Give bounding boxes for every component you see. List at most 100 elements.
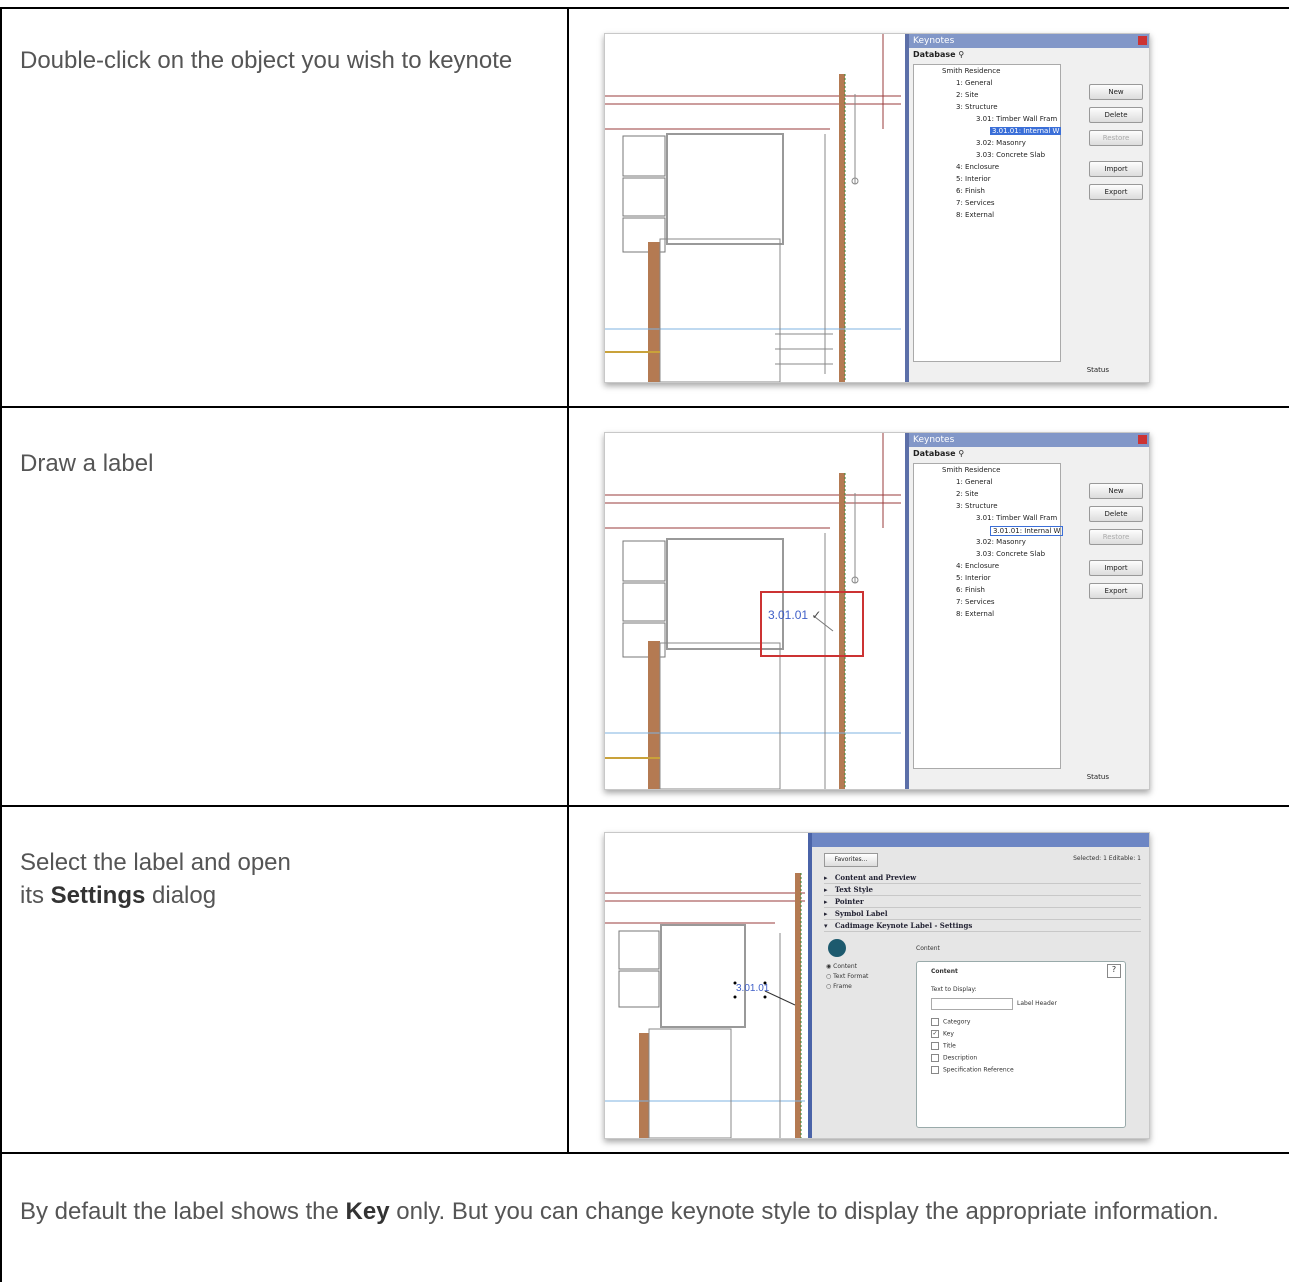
settings-emphasis: Settings	[50, 882, 146, 909]
database-label: Database ⚲	[913, 449, 965, 458]
dialog-title-bar	[812, 833, 1149, 847]
status-label: Status	[1086, 773, 1109, 781]
label-highlight-box	[760, 591, 864, 657]
restore-button[interactable]: Restore	[1089, 529, 1143, 545]
restore-button[interactable]: Restore	[1089, 130, 1143, 146]
radio-text-format[interactable]: ○ Text Format	[826, 973, 868, 980]
table-row-divider-1	[0, 406, 1289, 408]
export-button[interactable]: Export	[1089, 184, 1143, 200]
section-symbol-label[interactable]: ▸ Symbol Label	[824, 909, 1141, 920]
tree-node[interactable]: Smith Residence	[942, 466, 1000, 474]
content-panel: Content ? Text to Display: Label Header …	[916, 961, 1126, 1128]
table-border-top	[0, 7, 1289, 9]
checkbox-title[interactable]: Title	[931, 1042, 956, 1050]
tree-node[interactable]: 4: Enclosure	[956, 562, 999, 570]
radio-frame[interactable]: ○ Frame	[826, 983, 852, 990]
checkbox-description[interactable]: Description	[931, 1054, 977, 1062]
tree-node[interactable]: 3: Structure	[956, 502, 998, 510]
section-content-preview[interactable]: ▸ Content and Preview	[824, 873, 1141, 884]
chevron-right-icon: ▸	[824, 885, 828, 894]
keynote-label[interactable]: 3.01.01	[736, 983, 769, 994]
tree-node-selected[interactable]: 3.01.01: Internal W	[990, 127, 1062, 135]
key-emphasis: Key	[345, 1198, 390, 1225]
tree-node[interactable]: 5: Interior	[956, 574, 991, 582]
label-header-input[interactable]	[931, 998, 1013, 1010]
tree-node[interactable]: 1: General	[956, 478, 993, 486]
new-button[interactable]: New	[1089, 483, 1143, 499]
section-text-style[interactable]: ▸ Text Style	[824, 885, 1141, 896]
import-button[interactable]: Import	[1089, 560, 1143, 576]
tree-node[interactable]: 2: Site	[956, 490, 978, 498]
cadimage-logo-icon	[828, 939, 846, 957]
text-to-display-label: Text to Display:	[931, 986, 977, 993]
keynote-label[interactable]: 3.01.01 ✓	[768, 608, 821, 622]
keynotes-panel: Keynotes Database ⚲ Smith Residence 1: G…	[905, 433, 1149, 789]
step-1-instruction: Double-click on the object you wish to k…	[20, 47, 513, 74]
tree-node[interactable]: 6: Finish	[956, 187, 985, 195]
chevron-right-icon: ▸	[824, 897, 828, 906]
content-panel-title: Content	[931, 968, 958, 975]
radio-content[interactable]: ◉ Content	[826, 963, 857, 970]
step-2-screenshot: 3.01.01 ✓ Keynotes Database ⚲ Smith Resi…	[604, 432, 1150, 790]
section-pointer[interactable]: ▸ Pointer	[824, 897, 1141, 908]
check-icon: ✓	[811, 608, 822, 622]
keynote-tree[interactable]: Smith Residence 1: General 2: Site 3: St…	[913, 64, 1062, 362]
tree-node[interactable]: 3.02: Masonry	[976, 538, 1026, 546]
tree-node[interactable]: 3.03: Concrete Slab	[976, 550, 1045, 558]
step-1-screenshot: Keynotes Database ⚲ Smith Residence 1: G…	[604, 33, 1150, 383]
tree-node[interactable]: 3.01: Timber Wall Fram	[976, 115, 1057, 123]
step-3-screenshot: 3.01.01 Favorites... Selected: 1 Editabl…	[604, 832, 1150, 1139]
search-icon[interactable]: ⚲	[958, 50, 964, 59]
chevron-right-icon: ▸	[824, 909, 828, 918]
tree-node[interactable]: 1: General	[956, 79, 993, 87]
tree-node[interactable]: 2: Site	[956, 91, 978, 99]
cad-drawing	[605, 34, 901, 382]
table-row-divider-3	[0, 1152, 1289, 1154]
table-row-divider-2	[0, 805, 1289, 807]
step-3-instruction: Select the label and open its Settings d…	[20, 849, 291, 909]
database-label: Database ⚲	[913, 50, 965, 59]
export-button[interactable]: Export	[1089, 583, 1143, 599]
keynote-tree[interactable]: Smith Residence 1: General 2: Site 3: St…	[913, 463, 1064, 769]
table-column-divider	[567, 7, 569, 1153]
cad-drawing	[605, 873, 805, 1138]
footer-note: By default the label shows the Key only.…	[20, 1198, 1219, 1225]
checkbox-category[interactable]: Category	[931, 1018, 970, 1026]
keynotes-panel-title: Keynotes	[909, 433, 1149, 447]
close-icon[interactable]	[1138, 435, 1147, 444]
tree-node[interactable]: 4: Enclosure	[956, 163, 999, 171]
tree-node[interactable]: 8: External	[956, 610, 994, 618]
tree-node-selected[interactable]: 3.01.01: Internal W	[990, 526, 1064, 536]
step-2-instruction: Draw a label	[20, 450, 154, 477]
status-label: Status	[1086, 366, 1109, 374]
tree-node[interactable]: 3.01: Timber Wall Fram	[976, 514, 1057, 522]
selection-info: Selected: 1 Editable: 1	[1073, 855, 1141, 862]
tree-node[interactable]: 7: Services	[956, 598, 995, 606]
tree-node[interactable]: 3.02: Masonry	[976, 139, 1026, 147]
keynotes-panel: Keynotes Database ⚲ Smith Residence 1: G…	[905, 34, 1149, 382]
checkbox-key[interactable]: ✓ Key	[931, 1030, 954, 1038]
checkbox-spec-reference[interactable]: Specification Reference	[931, 1066, 1014, 1074]
chevron-down-icon: ▾	[824, 921, 828, 930]
chevron-right-icon: ▸	[824, 873, 828, 882]
delete-button[interactable]: Delete	[1089, 506, 1143, 522]
favorites-button[interactable]: Favorites...	[824, 853, 878, 867]
import-button[interactable]: Import	[1089, 161, 1143, 177]
close-icon[interactable]	[1138, 36, 1147, 45]
tree-node[interactable]: 3: Structure	[956, 103, 998, 111]
label-header-text: Label Header	[1017, 1000, 1057, 1007]
tree-node[interactable]: 5: Interior	[956, 175, 991, 183]
label-settings-dialog: Favorites... Selected: 1 Editable: 1 ▸ C…	[808, 833, 1149, 1138]
new-button[interactable]: New	[1089, 84, 1143, 100]
tree-node[interactable]: 6: Finish	[956, 586, 985, 594]
table-border-left	[0, 7, 2, 1282]
tree-node[interactable]: Smith Residence	[942, 67, 1000, 75]
tree-node[interactable]: 8: External	[956, 211, 994, 219]
tree-node[interactable]: 3.03: Concrete Slab	[976, 151, 1045, 159]
content-header: Content	[916, 945, 940, 952]
help-icon[interactable]: ?	[1107, 964, 1121, 978]
search-icon[interactable]: ⚲	[958, 449, 964, 458]
tree-node[interactable]: 7: Services	[956, 199, 995, 207]
delete-button[interactable]: Delete	[1089, 107, 1143, 123]
section-keynote-settings[interactable]: ▾ Cadimage Keynote Label - Settings	[824, 921, 1141, 932]
